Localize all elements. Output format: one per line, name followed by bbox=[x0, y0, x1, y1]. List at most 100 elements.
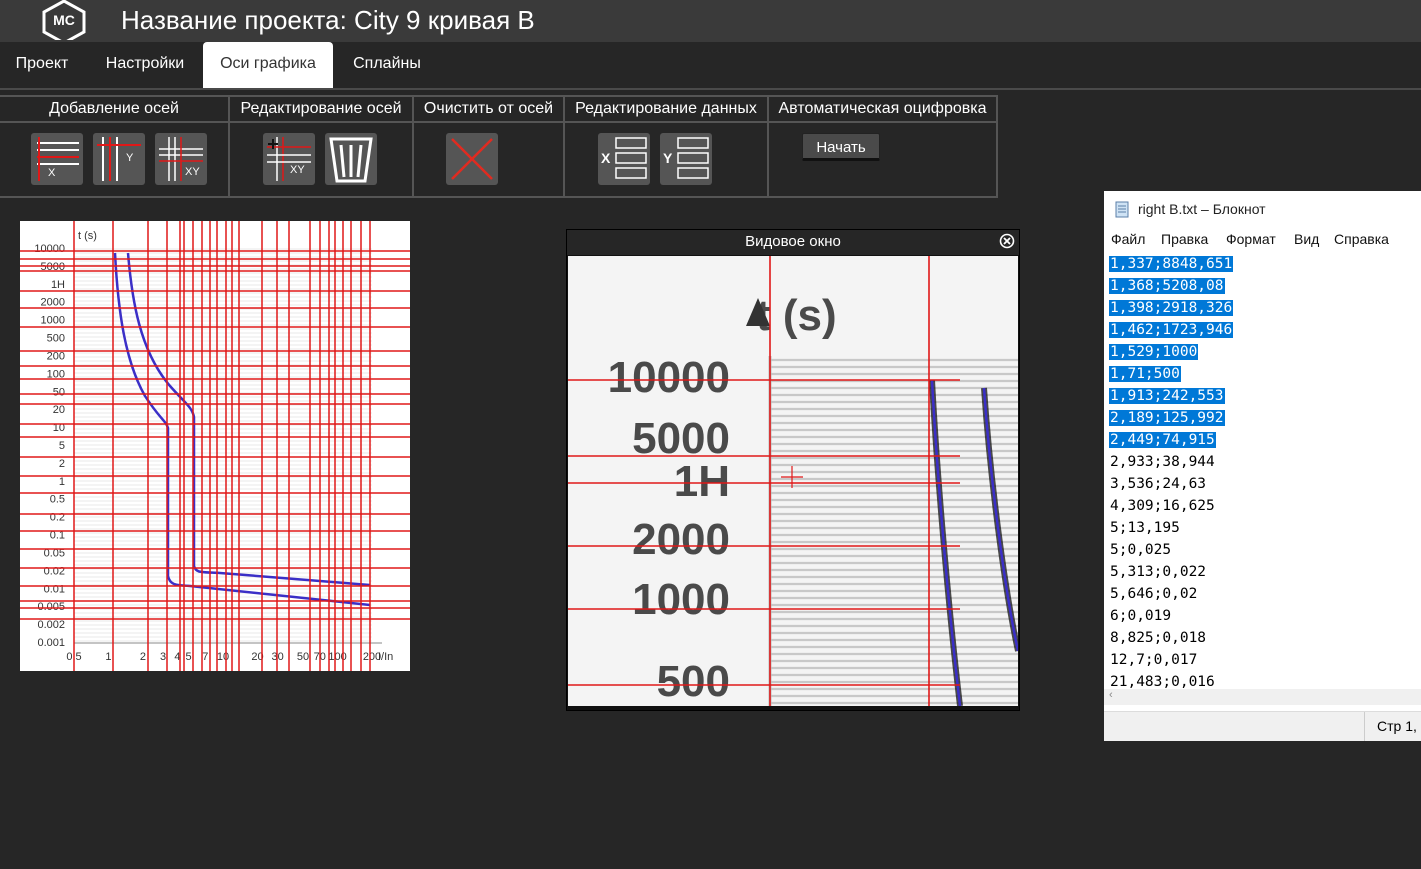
menu-format[interactable]: Формат bbox=[1226, 231, 1276, 247]
text-line[interactable]: 2,189;125,992 bbox=[1109, 407, 1421, 429]
text-line[interactable]: 1,368;5208,08 bbox=[1109, 275, 1421, 297]
text-line[interactable]: 1,529;1000 bbox=[1109, 341, 1421, 363]
y-tick-label: 2 bbox=[59, 458, 65, 470]
close-icon[interactable] bbox=[999, 233, 1015, 249]
notepad-title: right B.txt – Блокнот bbox=[1138, 201, 1266, 217]
start-button[interactable]: Начать bbox=[802, 133, 880, 161]
group-add-axes: Добавление осей X Y XY bbox=[0, 95, 230, 198]
x-data-icon: X bbox=[601, 137, 647, 179]
group-title: Добавление осей bbox=[0, 97, 228, 123]
text-line[interactable]: 5;13,195 bbox=[1109, 517, 1421, 539]
x-tick-label: 100 bbox=[328, 651, 346, 663]
menu-view[interactable]: Вид bbox=[1294, 231, 1319, 247]
add-x-axis-button[interactable]: X bbox=[31, 133, 83, 185]
menu-help[interactable]: Справка bbox=[1334, 231, 1389, 247]
group-title: Редактирование данных bbox=[565, 97, 767, 123]
app-header: MC Название проекта: City 9 кривая B bbox=[0, 0, 1421, 43]
viewer-canvas[interactable]: t (s) 10000 5000 1H 2000 1000 500 bbox=[568, 256, 1018, 706]
menu-file[interactable]: Файл bbox=[1111, 231, 1145, 247]
add-xy-axis-button[interactable]: XY bbox=[155, 133, 207, 185]
group-edit-data: Редактирование данных X Y bbox=[565, 95, 769, 198]
main-tabs: Проект Настройки Оси графика Сплайны bbox=[0, 42, 1421, 90]
y-tick-label: 0.002 bbox=[37, 619, 65, 631]
y-tick-label: 1000 bbox=[41, 315, 65, 327]
text-line[interactable]: 8,825;0,018 bbox=[1109, 627, 1421, 649]
tab-splines[interactable]: Сплайны bbox=[343, 42, 431, 88]
notepad-window[interactable]: right B.txt – Блокнот Файл Правка Формат… bbox=[1104, 191, 1421, 741]
text-line[interactable]: 5,646;0,02 bbox=[1109, 583, 1421, 605]
x-tick-label: 7 bbox=[202, 651, 208, 663]
text-line[interactable]: 2,449;74,915 bbox=[1109, 429, 1421, 451]
curve-right bbox=[126, 252, 371, 587]
svg-text:XY: XY bbox=[185, 166, 200, 178]
text-line[interactable]: 1,462;1723,946 bbox=[1109, 319, 1421, 341]
svg-text:Y: Y bbox=[663, 150, 673, 166]
zoomed-chart[interactable]: t (s) 1000050001H20001000500 bbox=[568, 256, 1018, 706]
move-axes-button[interactable]: XY bbox=[263, 133, 315, 185]
y-tick-label: 20 bbox=[53, 404, 65, 416]
notepad-text-area[interactable]: 1,337;8848,651 1,368;5208,08 1,398;2918,32… bbox=[1109, 253, 1421, 689]
text-line[interactable]: 1,71;500 bbox=[1109, 363, 1421, 385]
svg-text:XY: XY bbox=[290, 164, 305, 176]
y-tick-label: 0.005 bbox=[37, 601, 65, 613]
y-tick-label: 1 bbox=[59, 476, 65, 488]
edit-y-data-button[interactable]: Y bbox=[660, 133, 712, 185]
viewer-y-axis-title: t (s) bbox=[756, 291, 837, 340]
y-tick-label: 0.02 bbox=[44, 565, 65, 577]
viewer-y-tick-label: 1000 bbox=[632, 575, 730, 624]
text-line[interactable]: 3,536;24,63 bbox=[1109, 473, 1421, 495]
group-title: Автоматическая оцифровка bbox=[769, 97, 996, 123]
scroll-left-icon[interactable]: ‹ bbox=[1109, 689, 1113, 701]
chart-image-panel[interactable]: t (s) I/In 10000 5000 1H 2000 1000 500 200 100 5… bbox=[20, 221, 410, 671]
x-axis-icon: X bbox=[37, 137, 79, 181]
clear-axes-button[interactable] bbox=[446, 133, 498, 185]
notepad-file-icon bbox=[1115, 201, 1129, 218]
y-tick-label: 0.5 bbox=[50, 494, 65, 506]
viewer-y-tick-label: 2000 bbox=[632, 515, 730, 564]
horizontal-scrollbar[interactable]: ‹ bbox=[1104, 689, 1421, 705]
app-logo: MC bbox=[42, 0, 86, 40]
text-line[interactable]: 1,913;242,553 bbox=[1109, 385, 1421, 407]
notepad-menu-bar: Файл Правка Формат Вид Справка bbox=[1104, 229, 1421, 251]
text-line[interactable]: 1,398;2918,326 bbox=[1109, 297, 1421, 319]
y-tick-label: 1H bbox=[51, 279, 65, 291]
tab-chart-axes[interactable]: Оси графика bbox=[203, 42, 333, 88]
text-line[interactable]: 21,483;0,016 bbox=[1109, 671, 1421, 689]
chart-image[interactable]: t (s) I/In 1000050001H200010005002001005… bbox=[20, 221, 410, 671]
y-tick-label: 2000 bbox=[41, 297, 65, 309]
cursor-position: Стр 1, с bbox=[1364, 712, 1421, 741]
viewer-window[interactable]: Видовое окно t (s) 10000 5000 1H 2000 1000 50… bbox=[566, 229, 1020, 711]
svg-text:X: X bbox=[601, 150, 611, 166]
svg-text:Y: Y bbox=[126, 152, 134, 164]
notepad-title-bar: right B.txt – Блокнот bbox=[1104, 191, 1421, 227]
text-line[interactable]: 12,7;0,017 bbox=[1109, 649, 1421, 671]
text-line[interactable]: 6;0,019 bbox=[1109, 605, 1421, 627]
text-line[interactable]: 1,337;8848,651 bbox=[1109, 253, 1421, 275]
text-line[interactable]: 2,933;38,944 bbox=[1109, 451, 1421, 473]
delete-axes-button[interactable] bbox=[325, 133, 377, 185]
add-y-axis-button[interactable]: Y bbox=[93, 133, 145, 185]
y-axis-icon: Y bbox=[97, 137, 141, 181]
y-tick-label: 50 bbox=[53, 386, 65, 398]
y-tick-label: 5 bbox=[59, 440, 65, 452]
x-tick-label: 10 bbox=[217, 651, 229, 663]
group-clear-axes: Очистить от осей bbox=[414, 95, 565, 198]
toolbar: Добавление осей X Y XY Редактирование ос… bbox=[0, 95, 998, 199]
y-tick-label: 10000 bbox=[34, 243, 65, 255]
x-tick-label: 2 bbox=[140, 651, 146, 663]
group-title: Редактирование осей bbox=[230, 97, 412, 123]
move-xy-icon: XY bbox=[267, 137, 311, 181]
text-line[interactable]: 4,309;16,625 bbox=[1109, 495, 1421, 517]
text-line[interactable]: 5;0,025 bbox=[1109, 539, 1421, 561]
trash-icon bbox=[329, 137, 373, 183]
project-title: Название проекта: City 9 кривая B bbox=[121, 5, 535, 35]
notepad-status-bar: Стр 1, с bbox=[1104, 711, 1421, 741]
svg-text:MC: MC bbox=[53, 12, 75, 28]
text-line[interactable]: 5,313;0,022 bbox=[1109, 561, 1421, 583]
y-tick-label: 500 bbox=[47, 333, 65, 345]
tab-project[interactable]: Проект bbox=[0, 42, 84, 88]
clear-x-icon bbox=[451, 138, 493, 180]
tab-settings[interactable]: Настройки bbox=[94, 42, 196, 88]
menu-edit[interactable]: Правка bbox=[1161, 231, 1208, 247]
edit-x-data-button[interactable]: X bbox=[598, 133, 650, 185]
